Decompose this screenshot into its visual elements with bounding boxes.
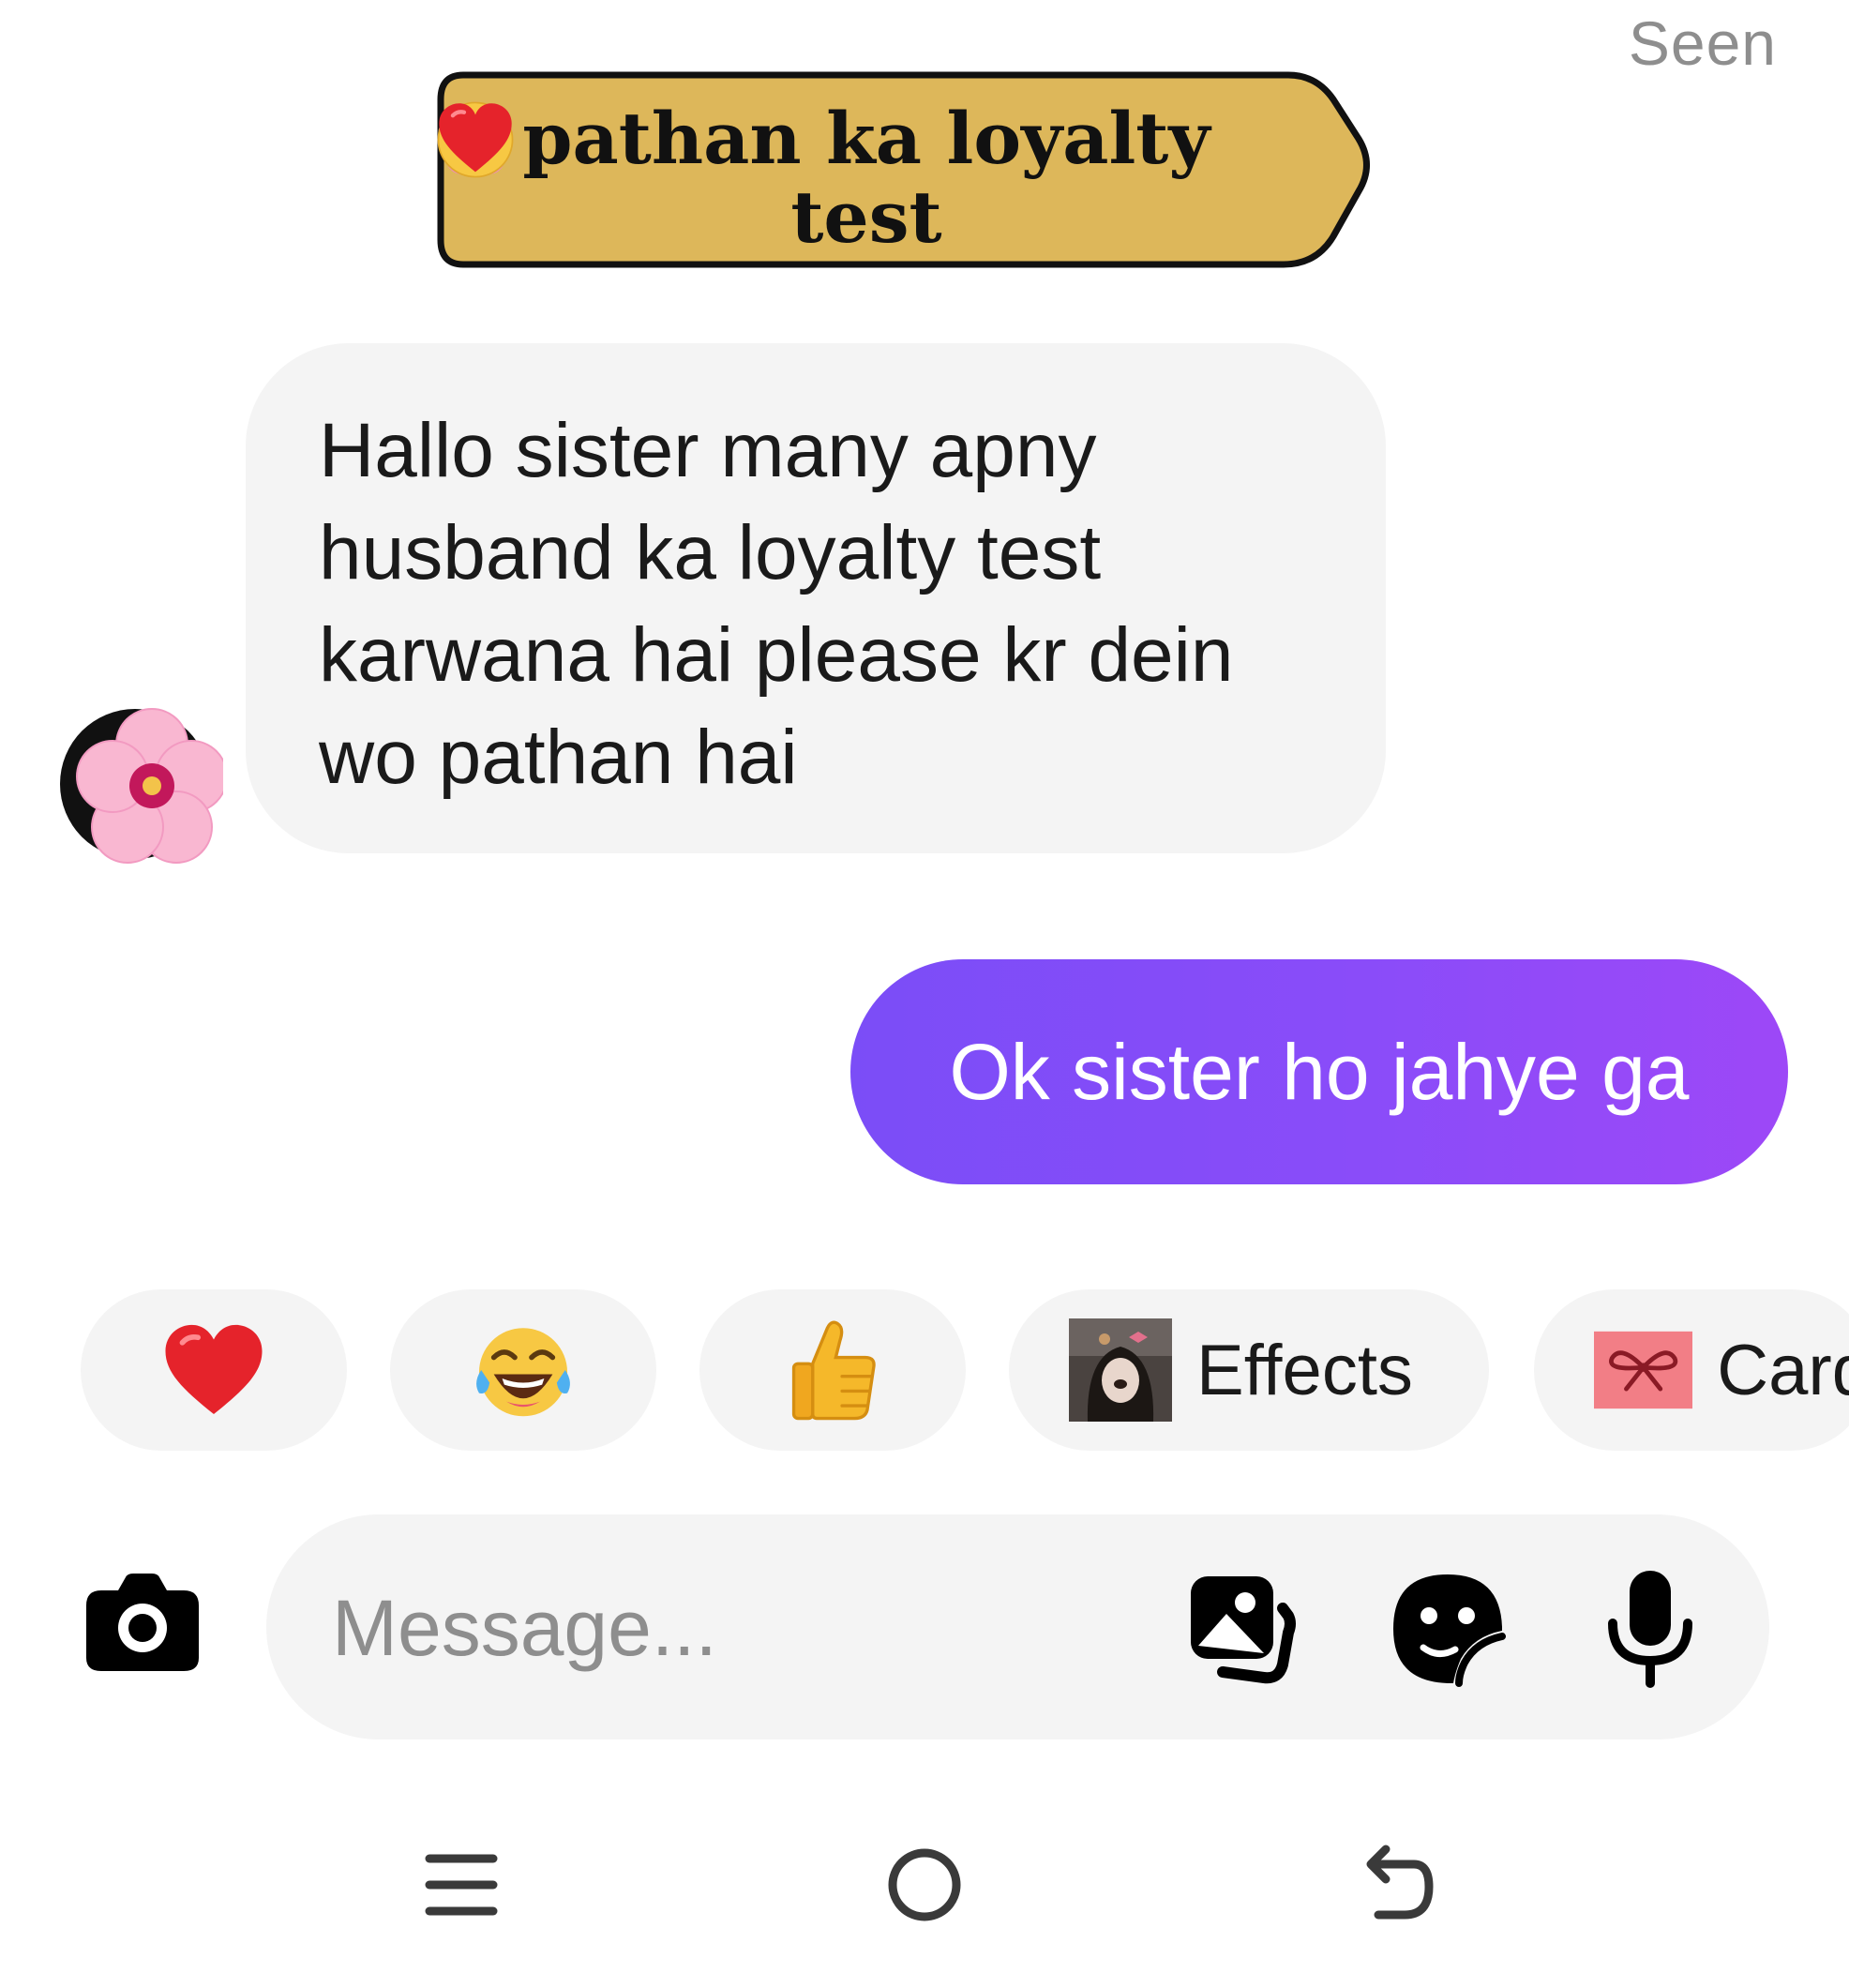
outgoing-message-text: Ok sister ho jahye ga xyxy=(949,1027,1690,1116)
avatar[interactable] xyxy=(58,703,223,868)
camera-icon[interactable] xyxy=(83,1572,203,1675)
banner-title-line2: test xyxy=(790,175,942,259)
recent-apps-icon[interactable] xyxy=(405,1840,518,1934)
message-line: wo pathan hai xyxy=(319,715,798,800)
banner-title-line1: pathan ka loyalty xyxy=(522,97,1210,180)
red-heart-icon xyxy=(165,1324,263,1415)
message-composer xyxy=(266,1514,1769,1741)
message-input[interactable] xyxy=(330,1514,1178,1741)
microphone-icon[interactable] xyxy=(1603,1567,1697,1689)
tears-of-joy-icon xyxy=(476,1328,570,1417)
effects-thumbnail-icon xyxy=(1069,1318,1172,1422)
red-heart-icon xyxy=(439,103,512,173)
title-banner: pathan ka loyalty test xyxy=(435,71,1373,294)
quick-reaction-laugh[interactable] xyxy=(390,1289,656,1451)
message-line: husband ka loyalty test xyxy=(319,510,1102,595)
gift-card-icon xyxy=(1594,1331,1693,1409)
back-icon[interactable] xyxy=(1335,1840,1448,1934)
quick-reaction-heart[interactable] xyxy=(81,1289,347,1451)
message-line: karwana hai please kr dein xyxy=(319,612,1234,698)
sticker-icon[interactable] xyxy=(1390,1571,1506,1687)
home-icon[interactable] xyxy=(868,1840,981,1934)
seen-status: Seen xyxy=(1628,8,1777,78)
thumbs-up-icon xyxy=(791,1320,876,1421)
incoming-message-bubble[interactable]: Hallo sister many apny husband ka loyalt… xyxy=(246,343,1386,853)
gallery-icon[interactable] xyxy=(1185,1571,1301,1687)
quick-reaction-thumbs-up[interactable] xyxy=(699,1289,966,1451)
outgoing-message-bubble[interactable]: Ok sister ho jahye ga xyxy=(850,959,1788,1184)
effects-button[interactable]: Effects xyxy=(1009,1289,1489,1451)
effects-label: Effects xyxy=(1196,1330,1413,1410)
message-line: Hallo sister many apny xyxy=(319,408,1097,493)
card-label: Card xyxy=(1717,1330,1849,1410)
card-button[interactable]: Card xyxy=(1534,1289,1849,1451)
